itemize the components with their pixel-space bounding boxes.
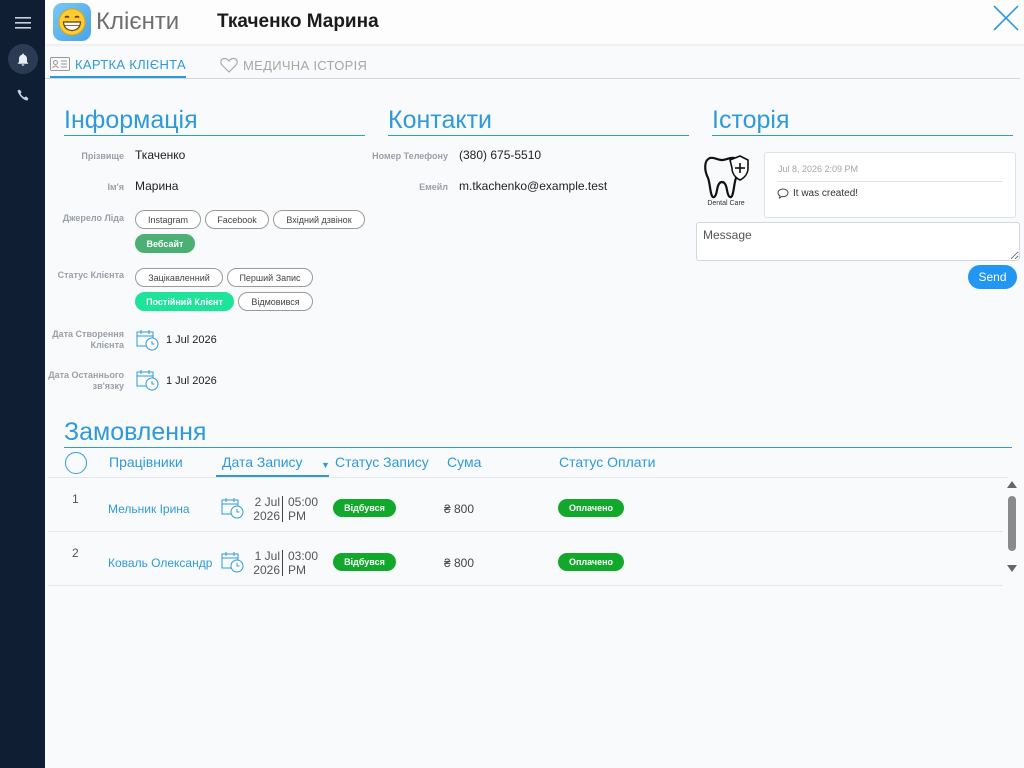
client-status-label: Статус Клієнта bbox=[57, 270, 124, 280]
scroll-down-arrow-icon[interactable] bbox=[1007, 565, 1017, 572]
column-header-payment-status[interactable]: Статус Оплати bbox=[559, 454, 656, 470]
order-date: 1 Jul 2026 bbox=[253, 549, 280, 577]
order-amount: ₴ 800 bbox=[444, 502, 475, 516]
calendar-clock-icon bbox=[221, 498, 244, 519]
history-entry-time: Jul 8, 2026 2:09 PM bbox=[778, 164, 859, 174]
speech-bubble-icon bbox=[777, 188, 789, 199]
last-contact-value: 1 Jul 2026 bbox=[166, 375, 217, 387]
lead-chip-facebook[interactable]: Facebook bbox=[205, 210, 269, 229]
message-input[interactable] bbox=[696, 222, 1020, 261]
calendar-clock-icon bbox=[221, 552, 244, 573]
payment-status-badge: Оплачено bbox=[558, 499, 624, 517]
lead-source-label: Джерело Ліда bbox=[62, 213, 124, 223]
created-date-value: 1 Jul 2026 bbox=[166, 334, 217, 346]
worker-link[interactable]: Мельник Ірина bbox=[108, 502, 190, 516]
history-entry: Jul 8, 2026 2:09 PM It was created! bbox=[764, 152, 1016, 218]
column-header-date[interactable]: Дата Запису bbox=[222, 454, 303, 470]
bell-icon[interactable] bbox=[8, 44, 38, 74]
grinning-face-icon bbox=[53, 3, 91, 41]
name-value: Марина bbox=[135, 179, 179, 193]
tab-medical-history[interactable]: МЕДИЧНА ІСТОРІЯ bbox=[220, 52, 367, 78]
name-label: Ім'я bbox=[107, 182, 124, 192]
payment-status-badge: Оплачено bbox=[558, 553, 624, 571]
calendar-clock-icon bbox=[136, 330, 159, 351]
tab-client-card[interactable]: КАРТКА КЛІЄНТА bbox=[50, 52, 186, 78]
history-entry-text: It was created! bbox=[777, 188, 858, 199]
column-header-amount[interactable]: Сума bbox=[447, 454, 481, 470]
info-heading: Інформація bbox=[64, 106, 365, 136]
orders-heading: Замовлення bbox=[64, 418, 1012, 448]
header: Клієнти Ткаченко Марина bbox=[45, 0, 1024, 44]
created-date-label: Дата Створення Клієнта bbox=[52, 329, 124, 350]
id-card-icon bbox=[50, 57, 70, 71]
table-row[interactable]: 1 Мельник Ірина 2 Jul 2026 05:00 PM Відбув… bbox=[48, 478, 1003, 532]
status-chip-first-visit[interactable]: Перший Запис bbox=[227, 268, 313, 287]
client-name-title: Ткаченко Марина bbox=[217, 11, 379, 32]
tab-client-card-label: КАРТКА КЛІЄНТА bbox=[75, 56, 186, 72]
divider bbox=[282, 550, 283, 576]
order-date: 2 Jul 2026 bbox=[253, 495, 280, 523]
scroll-up-arrow-icon[interactable] bbox=[1007, 481, 1017, 488]
order-time: 03:00 PM bbox=[288, 549, 319, 577]
visit-status-badge: Відбувся bbox=[333, 499, 396, 517]
status-chip-interested[interactable]: Зацікавленний bbox=[135, 268, 223, 287]
lead-chip-website[interactable]: Вебсайт bbox=[135, 234, 195, 253]
email-label: Емейл bbox=[419, 182, 448, 192]
row-index: 1 bbox=[72, 492, 79, 506]
divider bbox=[282, 496, 283, 522]
close-icon[interactable] bbox=[992, 4, 1020, 32]
status-chip-regular-client[interactable]: Постійний Клієнт bbox=[135, 292, 234, 311]
phone-value: (380) 675-5510 bbox=[459, 148, 542, 162]
visit-status-badge: Відбувся bbox=[333, 553, 396, 571]
order-amount: ₴ 800 bbox=[444, 556, 475, 570]
table-row[interactable]: 2 Коваль Олександр 1 Jul 2026 03:00 PM Від… bbox=[48, 532, 1003, 586]
send-button[interactable]: Send bbox=[968, 265, 1017, 289]
hamburger-icon[interactable] bbox=[8, 8, 38, 38]
tab-bar: КАРТКА КЛІЄНТА МЕДИЧНА ІСТОРІЯ bbox=[45, 44, 1020, 79]
scroll-thumb[interactable] bbox=[1008, 496, 1016, 551]
contacts-heading: Контакти bbox=[388, 106, 689, 136]
phone-label: Номер Телефону bbox=[372, 151, 448, 161]
history-author: Dental Care bbox=[707, 200, 745, 207]
phone-icon[interactable] bbox=[8, 80, 38, 110]
lead-chip-instagram[interactable]: Instagram bbox=[135, 210, 201, 229]
heart-icon bbox=[220, 57, 238, 73]
row-index: 2 bbox=[72, 546, 79, 560]
history-heading: Історія bbox=[712, 106, 1013, 136]
column-header-workers[interactable]: Працівники bbox=[109, 454, 183, 470]
last-contact-label: Дата Останнього зв'язку bbox=[48, 370, 124, 391]
tab-medical-history-label: МЕДИЧНА ІСТОРІЯ bbox=[243, 57, 368, 73]
sort-desc-icon[interactable]: ▼ bbox=[321, 460, 330, 470]
order-time: 05:00 PM bbox=[288, 495, 319, 523]
column-header-visit-status[interactable]: Статус Запису bbox=[335, 454, 429, 470]
left-rail bbox=[0, 0, 45, 768]
select-all-checkbox[interactable] bbox=[65, 452, 87, 474]
status-chip-declined[interactable]: Відмовився bbox=[238, 292, 313, 311]
email-value: m.tkachenko@example.test bbox=[459, 179, 608, 193]
surname-label: Прізвище bbox=[81, 151, 124, 161]
calendar-clock-icon bbox=[136, 370, 159, 391]
app-title: Клієнти bbox=[96, 8, 180, 35]
divider bbox=[777, 181, 1003, 182]
surname-value: Ткаченко bbox=[135, 148, 186, 162]
lead-chip-incoming-call[interactable]: Вхідний дзвінок bbox=[273, 210, 365, 229]
worker-link[interactable]: Коваль Олександр bbox=[108, 556, 212, 570]
